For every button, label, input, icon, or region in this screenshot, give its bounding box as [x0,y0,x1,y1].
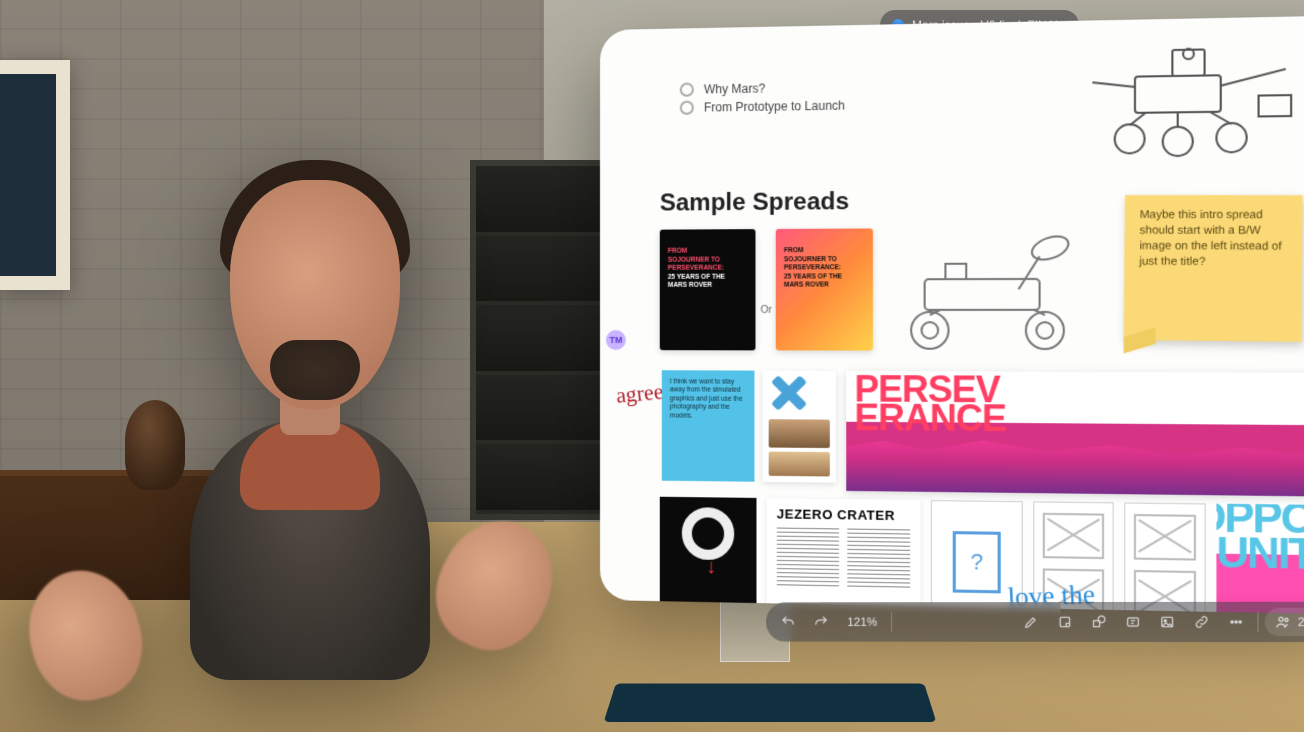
zoom-level[interactable]: 121% [839,615,884,629]
or-label: Or [761,305,772,316]
persona-beard [270,340,360,400]
blue-note-text: I think we want to stay away from the si… [670,378,743,419]
toolbar-separator [1258,612,1259,632]
topic-item[interactable]: Why Mars? [680,80,845,97]
collaborator-cursor-badge: TM [606,330,626,350]
link-button[interactable] [1187,607,1217,637]
question-mark-icon: ? [953,531,1001,593]
people-icon [1275,614,1291,630]
sticky-note[interactable]: Maybe this intro spread should start wit… [1124,195,1303,342]
cover-text: FROM SOJOURNER TO PERSEVERANCE: 25 YEARS… [660,229,756,300]
ring-graphic [682,507,734,560]
opportunity-spread[interactable]: OPPO UNIT [1216,504,1304,615]
sticky-note-text: Maybe this intro spread should start wit… [1139,209,1281,268]
desk-folio [604,683,937,722]
topic-label: From Prototype to Launch [704,98,845,114]
text-box-button[interactable] [1118,607,1148,637]
topic-label: Why Mars? [704,81,765,96]
x-mark-icon [769,375,806,412]
sticky-note-button[interactable] [1050,607,1080,637]
freeform-canvas[interactable]: Why Mars? From Prototype to Launch [600,16,1304,615]
more-button[interactable] [1221,607,1252,637]
redo-button[interactable] [807,607,836,637]
image-thumbnail [769,419,830,448]
lunar-rover-drawing[interactable] [883,217,1103,362]
jezero-crater-tile[interactable]: JEZERO CRATER [767,498,921,614]
spread-row-3: ↓ center on more JEZERO CRATER ? [660,497,1304,615]
framed-picture [0,60,70,290]
facetime-persona[interactable] [70,170,530,730]
freeform-window[interactable]: Why Mars? From Prototype to Launch [600,16,1304,615]
media-button[interactable] [1152,607,1182,637]
blue-text-note[interactable]: I think we want to stay away from the si… [662,370,755,482]
section-heading: Sample Spreads [660,188,849,218]
opportunity-title: OPPO UNIT [1216,504,1304,571]
freeform-toolbar: 121% 2 [766,602,1304,643]
cover-option-black[interactable]: FROM SOJOURNER TO PERSEVERANCE: 25 YEARS… [660,229,756,350]
topic-checklist: Why Mars? From Prototype to Launch [680,76,845,119]
topic-item[interactable]: From Prototype to Launch [680,98,845,114]
bullet-circle-icon [680,101,694,115]
collaborators-button[interactable]: 2 [1265,608,1304,636]
jezero-title: JEZERO CRATER [777,506,910,523]
cover-option-gradient[interactable]: FROM SOJOURNER TO PERSEVERANCE: 25 YEARS… [776,228,873,350]
image-thumbnail [769,452,830,477]
perseverance-spread[interactable]: persev erance [846,371,1304,496]
wireframe-tile[interactable] [1124,502,1205,614]
spatial-scene: Mars issue - V6 final_FINAL Why Mars? Fr… [0,0,1304,732]
rejected-image-tile[interactable] [763,371,836,483]
undo-button[interactable] [774,607,803,637]
toolbar-separator [891,612,892,632]
bullet-circle-icon [680,83,694,97]
collaborator-count: 2 [1298,615,1304,629]
rover-line-drawing[interactable] [1071,37,1304,165]
marker-tool-button[interactable] [1016,607,1046,637]
cover-text: FROM SOJOURNER TO PERSEVERANCE: 25 YEARS… [776,228,873,300]
center-on-more-tile[interactable]: ↓ center on more [660,497,757,615]
shapes-button[interactable] [1084,607,1114,637]
perseverance-title: persev erance [846,371,1304,436]
body-text-placeholder [777,528,910,591]
arrow-down-icon: ↓ [706,556,716,579]
